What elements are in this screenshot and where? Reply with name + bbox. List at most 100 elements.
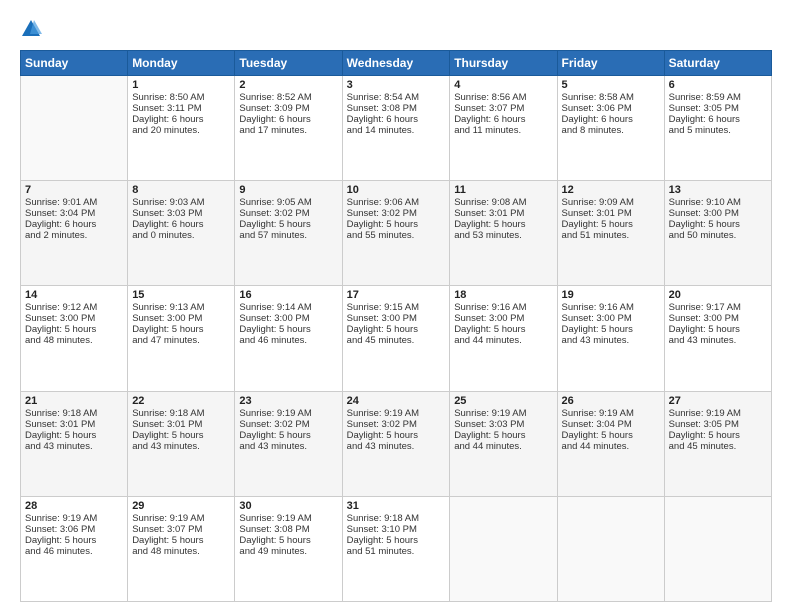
calendar-cell: 18Sunrise: 9:16 AMSunset: 3:00 PMDayligh… [450,286,557,391]
calendar-cell: 4Sunrise: 8:56 AMSunset: 3:07 PMDaylight… [450,76,557,181]
day-number: 5 [562,79,660,91]
day-number: 10 [347,184,446,196]
day-info-line: Daylight: 6 hours [132,219,230,230]
day-info-line: Daylight: 5 hours [669,324,767,335]
day-header-monday: Monday [128,51,235,76]
day-info-line: Daylight: 5 hours [25,535,123,546]
day-info-line: Sunset: 3:00 PM [669,208,767,219]
day-info-line: and 49 minutes. [239,546,337,557]
calendar-cell: 21Sunrise: 9:18 AMSunset: 3:01 PMDayligh… [21,391,128,496]
day-info-line: Daylight: 5 hours [669,219,767,230]
day-info-line: Daylight: 6 hours [454,114,552,125]
day-info-line: and 45 minutes. [347,335,446,346]
day-info-line: Sunrise: 9:19 AM [239,513,337,524]
day-info-line: Sunrise: 9:14 AM [239,302,337,313]
day-info-line: Daylight: 5 hours [132,324,230,335]
day-number: 22 [132,395,230,407]
day-header-saturday: Saturday [664,51,771,76]
day-number: 30 [239,500,337,512]
day-number: 4 [454,79,552,91]
day-info-line: Daylight: 5 hours [454,219,552,230]
day-info-line: Sunrise: 9:12 AM [25,302,123,313]
day-info-line: Sunset: 3:01 PM [562,208,660,219]
day-info-line: and 57 minutes. [239,230,337,241]
day-info-line: Sunrise: 9:18 AM [25,408,123,419]
day-info-line: Sunset: 3:01 PM [454,208,552,219]
calendar-cell: 14Sunrise: 9:12 AMSunset: 3:00 PMDayligh… [21,286,128,391]
day-info-line: Sunset: 3:11 PM [132,103,230,114]
calendar-cell [21,76,128,181]
day-number: 1 [132,79,230,91]
day-info-line: Sunset: 3:07 PM [454,103,552,114]
calendar-cell: 10Sunrise: 9:06 AMSunset: 3:02 PMDayligh… [342,181,450,286]
day-info-line: and 46 minutes. [239,335,337,346]
day-number: 27 [669,395,767,407]
calendar-week-row: 21Sunrise: 9:18 AMSunset: 3:01 PMDayligh… [21,391,772,496]
day-info-line: Daylight: 5 hours [347,430,446,441]
day-info-line: Daylight: 6 hours [347,114,446,125]
day-info-line: Sunset: 3:05 PM [669,103,767,114]
day-info-line: and 45 minutes. [669,441,767,452]
calendar-cell: 12Sunrise: 9:09 AMSunset: 3:01 PMDayligh… [557,181,664,286]
day-info-line: Sunrise: 9:19 AM [454,408,552,419]
day-info-line: Sunset: 3:00 PM [454,313,552,324]
day-info-line: and 46 minutes. [25,546,123,557]
day-info-line: Sunrise: 9:15 AM [347,302,446,313]
day-info-line: Sunrise: 9:19 AM [669,408,767,419]
day-info-line: Daylight: 5 hours [239,430,337,441]
day-info-line: and 43 minutes. [132,441,230,452]
day-info-line: and 51 minutes. [562,230,660,241]
day-info-line: and 43 minutes. [25,441,123,452]
day-info-line: and 50 minutes. [669,230,767,241]
day-info-line: and 43 minutes. [669,335,767,346]
day-info-line: Daylight: 5 hours [562,219,660,230]
calendar-cell: 19Sunrise: 9:16 AMSunset: 3:00 PMDayligh… [557,286,664,391]
day-info-line: Sunrise: 9:09 AM [562,197,660,208]
day-info-line: Sunset: 3:04 PM [25,208,123,219]
day-header-tuesday: Tuesday [235,51,342,76]
day-info-line: Sunrise: 9:17 AM [669,302,767,313]
day-info-line: Daylight: 5 hours [132,535,230,546]
calendar-header-row: SundayMondayTuesdayWednesdayThursdayFrid… [21,51,772,76]
calendar-cell: 8Sunrise: 9:03 AMSunset: 3:03 PMDaylight… [128,181,235,286]
calendar-cell: 28Sunrise: 9:19 AMSunset: 3:06 PMDayligh… [21,496,128,601]
day-info-line: Daylight: 6 hours [669,114,767,125]
day-number: 8 [132,184,230,196]
day-info-line: Sunset: 3:08 PM [239,524,337,535]
day-info-line: Daylight: 5 hours [132,430,230,441]
day-info-line: Sunrise: 9:13 AM [132,302,230,313]
calendar-week-row: 14Sunrise: 9:12 AMSunset: 3:00 PMDayligh… [21,286,772,391]
day-info-line: Daylight: 5 hours [347,219,446,230]
day-info-line: Sunset: 3:01 PM [25,419,123,430]
day-number: 15 [132,289,230,301]
calendar-cell: 25Sunrise: 9:19 AMSunset: 3:03 PMDayligh… [450,391,557,496]
logo [20,18,46,40]
day-info-line: Sunset: 3:08 PM [347,103,446,114]
day-number: 7 [25,184,123,196]
day-info-line: and 53 minutes. [454,230,552,241]
day-info-line: Daylight: 5 hours [239,324,337,335]
calendar-cell [664,496,771,601]
day-info-line: Sunset: 3:02 PM [239,208,337,219]
day-number: 20 [669,289,767,301]
day-number: 14 [25,289,123,301]
calendar-cell: 3Sunrise: 8:54 AMSunset: 3:08 PMDaylight… [342,76,450,181]
day-number: 26 [562,395,660,407]
calendar-week-row: 1Sunrise: 8:50 AMSunset: 3:11 PMDaylight… [21,76,772,181]
calendar-cell: 2Sunrise: 8:52 AMSunset: 3:09 PMDaylight… [235,76,342,181]
page: SundayMondayTuesdayWednesdayThursdayFrid… [0,0,792,612]
day-number: 13 [669,184,767,196]
day-info-line: and 14 minutes. [347,125,446,136]
day-info-line: Daylight: 5 hours [25,430,123,441]
day-info-line: Daylight: 5 hours [239,219,337,230]
calendar-cell [557,496,664,601]
day-info-line: Sunrise: 9:19 AM [347,408,446,419]
day-info-line: Sunrise: 9:16 AM [562,302,660,313]
calendar-cell: 31Sunrise: 9:18 AMSunset: 3:10 PMDayligh… [342,496,450,601]
day-info-line: Sunset: 3:03 PM [454,419,552,430]
day-number: 9 [239,184,337,196]
day-info-line: Sunrise: 8:52 AM [239,92,337,103]
day-info-line: Sunrise: 8:58 AM [562,92,660,103]
day-info-line: Sunset: 3:00 PM [25,313,123,324]
day-info-line: Sunset: 3:04 PM [562,419,660,430]
